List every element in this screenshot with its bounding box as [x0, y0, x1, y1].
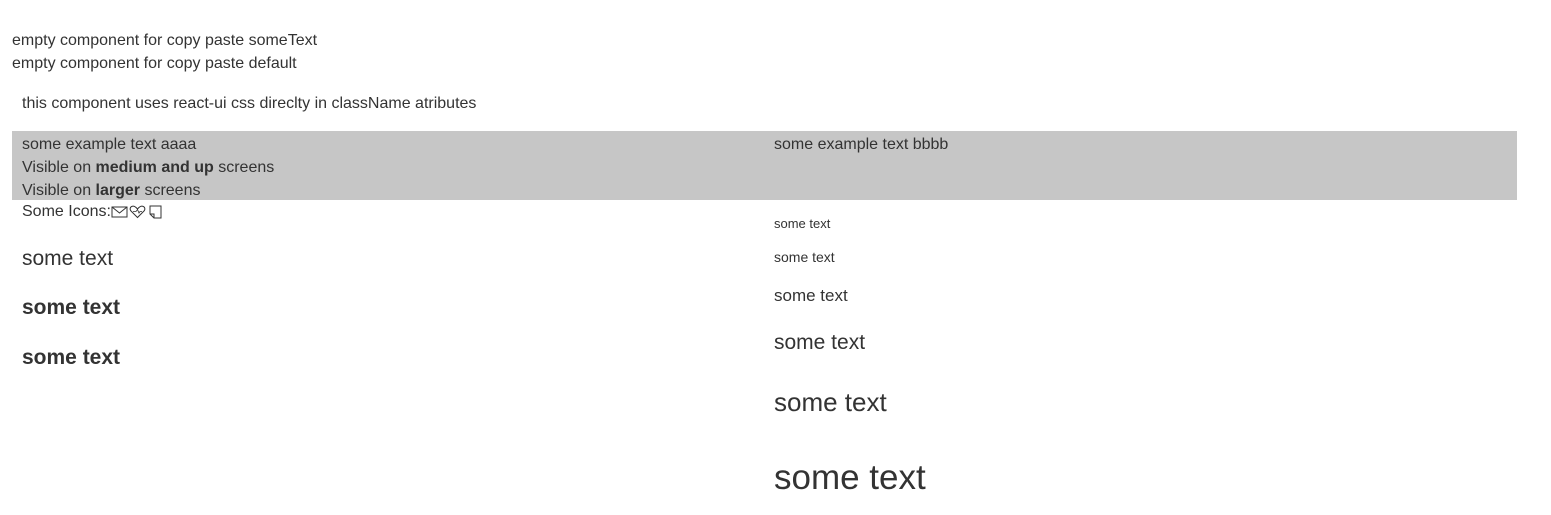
visible-larger-text: Visible on larger screens — [22, 179, 274, 202]
css-usage-note: this component uses react-ui css direclt… — [22, 95, 477, 112]
visible-medium-up-text: Visible on medium and up screens — [22, 156, 274, 179]
component-text-default: empty component for copy paste default — [12, 55, 297, 72]
icons-label: Some Icons: — [22, 203, 111, 220]
visible-prefix: Visible on — [22, 182, 96, 199]
grid-column-left: some example text aaaa Visible on medium… — [22, 133, 274, 202]
visible-larger-bold: larger — [95, 182, 140, 199]
sample-text-size-5: some text — [774, 387, 887, 417]
sample-text-semibold: some text — [22, 296, 121, 319]
sample-text-size-4: some text — [774, 331, 866, 354]
visible-prefix: Visible on — [22, 159, 96, 176]
sample-text-size-6: some text — [774, 458, 926, 497]
example-text-bbbb: some example text bbbb — [774, 136, 949, 153]
component-text-sometext: empty component for copy paste someText — [12, 32, 318, 49]
sample-text-regular: some text — [22, 247, 114, 270]
page: empty component for copy paste someText … — [0, 0, 1551, 515]
sample-text-size-3: some text — [774, 286, 848, 305]
sample-text-size-2: some text — [774, 249, 835, 265]
visible-suffix: screens — [140, 182, 201, 199]
visible-suffix: screens — [213, 159, 275, 176]
example-grid-band: some example text aaaa Visible on medium… — [12, 131, 1517, 200]
example-text-aaaa: some example text aaaa — [22, 136, 197, 153]
sample-text-size-1: some text — [774, 216, 831, 231]
heart-icon — [129, 205, 146, 219]
visible-medium-bold: medium and up — [95, 159, 214, 176]
mail-icon — [111, 205, 128, 219]
note-icon — [147, 205, 164, 219]
sample-text-bold: some text — [22, 346, 121, 369]
icons-row: Some Icons: — [22, 201, 165, 223]
